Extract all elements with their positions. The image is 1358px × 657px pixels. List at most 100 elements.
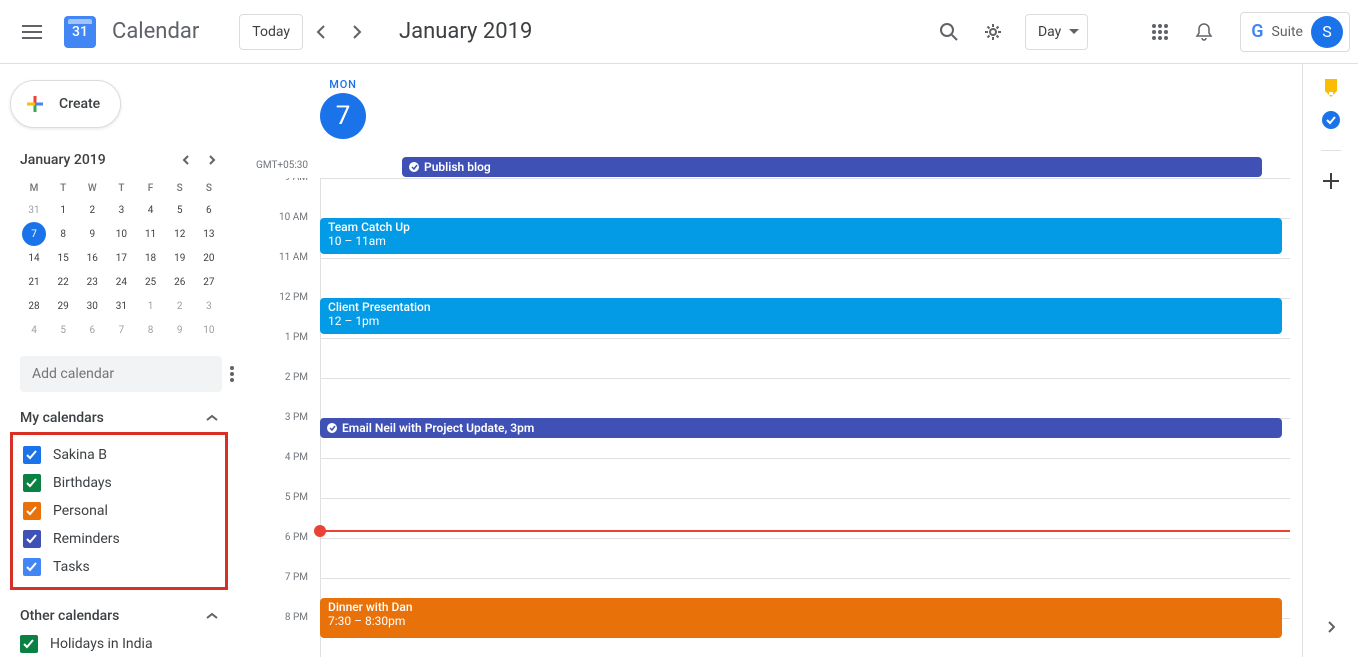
mini-cal-day[interactable]: 26	[166, 270, 194, 294]
mini-cal-day[interactable]: 6	[195, 198, 223, 222]
calendar-item[interactable]: Personal	[23, 497, 215, 525]
calendar-checkbox[interactable]	[23, 446, 41, 464]
mini-cal-day[interactable]: 25	[137, 270, 165, 294]
mini-cal-next[interactable]	[200, 148, 224, 172]
calendar-item[interactable]: Tasks	[23, 553, 215, 581]
settings-button[interactable]	[973, 12, 1013, 52]
mini-cal-day[interactable]: 15	[49, 246, 77, 270]
add-calendar-input[interactable]	[20, 356, 222, 392]
mini-cal-day[interactable]: 3	[195, 294, 223, 318]
allday-task[interactable]: Publish blog	[402, 157, 1262, 177]
mini-cal-day[interactable]: 10	[195, 318, 223, 342]
mini-cal-day[interactable]: 22	[49, 270, 77, 294]
main-menu-button[interactable]	[8, 8, 56, 56]
mini-cal-day[interactable]: 10	[107, 222, 135, 246]
mini-cal-day[interactable]: 2	[78, 198, 106, 222]
other-calendars-toggle[interactable]: Other calendars	[0, 608, 238, 624]
view-selector[interactable]: Day	[1025, 14, 1088, 50]
calendar-item[interactable]: Reminders	[23, 525, 215, 553]
notifications-button[interactable]	[1184, 12, 1224, 52]
mini-cal-day[interactable]: 18	[137, 246, 165, 270]
apps-grid-icon	[1152, 24, 1168, 40]
calendar-event[interactable]: Dinner with Dan7:30 – 8:30pm	[320, 598, 1282, 638]
mini-cal-prev[interactable]	[174, 148, 198, 172]
check-icon	[26, 478, 38, 488]
gsuite-button[interactable]: G Suite S	[1240, 12, 1350, 52]
calendar-event[interactable]: Team Catch Up10 – 11am	[320, 218, 1282, 254]
hour-row[interactable]: 11 AM	[238, 258, 1302, 298]
mini-cal-day[interactable]: 1	[49, 198, 77, 222]
mini-cal-day[interactable]: 7	[107, 318, 135, 342]
mini-cal-day[interactable]: 31	[107, 294, 135, 318]
mini-cal-day[interactable]: 4	[137, 198, 165, 222]
hour-row[interactable]: 6 PM	[238, 538, 1302, 578]
mini-cal-day[interactable]: 8	[137, 318, 165, 342]
mini-cal-day[interactable]: 16	[78, 246, 106, 270]
next-period-button[interactable]	[341, 16, 373, 48]
calendar-checkbox[interactable]	[20, 635, 38, 653]
mini-cal-day[interactable]: 5	[166, 198, 194, 222]
calendar-options-button[interactable]	[230, 362, 234, 386]
calendar-item[interactable]: Holidays in India	[20, 630, 218, 657]
mini-cal-day[interactable]: 5	[49, 318, 77, 342]
mini-cal-dow: S	[195, 178, 223, 198]
calendar-checkbox[interactable]	[23, 530, 41, 548]
calendar-item[interactable]: Sakina B	[23, 441, 215, 469]
mini-cal-day[interactable]: 2	[166, 294, 194, 318]
mini-cal-day[interactable]: 4	[20, 318, 48, 342]
mini-cal-day[interactable]: 20	[195, 246, 223, 270]
calendar-checkbox[interactable]	[23, 558, 41, 576]
task-event[interactable]: Email Neil with Project Update, 3pm	[320, 418, 1282, 438]
get-addons[interactable]	[1321, 171, 1341, 191]
mini-cal-day[interactable]: 1	[137, 294, 165, 318]
search-button[interactable]	[929, 12, 969, 52]
hour-label: 10 AM	[238, 212, 312, 223]
calendar-checkbox[interactable]	[23, 474, 41, 492]
mini-cal-day[interactable]: 9	[78, 222, 106, 246]
calendar-checkbox[interactable]	[23, 502, 41, 520]
mini-cal-day[interactable]: 27	[195, 270, 223, 294]
mini-cal-day[interactable]: 7	[20, 222, 48, 246]
mini-cal-day[interactable]: 14	[20, 246, 48, 270]
tasks-addon[interactable]	[1321, 110, 1341, 130]
mini-cal-day[interactable]: 19	[166, 246, 194, 270]
more-vert-icon	[230, 366, 234, 382]
plus-icon	[1322, 172, 1340, 190]
today-button[interactable]: Today	[239, 14, 303, 50]
mini-cal-day[interactable]: 29	[49, 294, 77, 318]
prev-period-button[interactable]	[305, 16, 337, 48]
hour-row[interactable]: 2 PM	[238, 378, 1302, 418]
day-number: 7	[320, 93, 366, 139]
calendar-item[interactable]: Birthdays	[23, 469, 215, 497]
create-event-button[interactable]: Create	[10, 80, 121, 128]
hour-row[interactable]: 9 AM	[238, 178, 1302, 218]
keep-addon[interactable]	[1321, 78, 1341, 98]
my-calendars-label: My calendars	[20, 410, 104, 426]
mini-cal-day[interactable]: 11	[137, 222, 165, 246]
event-time: 12 – 1pm	[328, 314, 1282, 328]
day-column-header[interactable]: MON 7	[320, 78, 366, 139]
mini-cal-day[interactable]: 6	[78, 318, 106, 342]
mini-cal-day[interactable]: 30	[78, 294, 106, 318]
hour-row[interactable]: 5 PM	[238, 498, 1302, 538]
my-calendars-toggle[interactable]: My calendars	[0, 410, 238, 426]
mini-cal-day[interactable]: 31	[20, 198, 48, 222]
hour-row[interactable]: 4 PM	[238, 458, 1302, 498]
mini-cal-day[interactable]: 21	[20, 270, 48, 294]
mini-cal-day[interactable]: 23	[78, 270, 106, 294]
mini-cal-day[interactable]: 24	[107, 270, 135, 294]
mini-cal-day[interactable]: 3	[107, 198, 135, 222]
mini-cal-day[interactable]: 12	[166, 222, 194, 246]
hide-panel-button[interactable]	[1321, 617, 1341, 637]
mini-cal-day[interactable]: 9	[166, 318, 194, 342]
apps-button[interactable]	[1140, 12, 1180, 52]
calendar-label: Personal	[53, 503, 108, 519]
mini-cal-day[interactable]: 8	[49, 222, 77, 246]
mini-cal-day[interactable]: 28	[20, 294, 48, 318]
calendar-event[interactable]: Client Presentation12 – 1pm	[320, 298, 1282, 334]
hour-row[interactable]: 1 PM	[238, 338, 1302, 378]
tasks-icon	[1321, 110, 1341, 130]
user-avatar[interactable]: S	[1311, 16, 1343, 48]
mini-cal-day[interactable]: 17	[107, 246, 135, 270]
mini-cal-day[interactable]: 13	[195, 222, 223, 246]
